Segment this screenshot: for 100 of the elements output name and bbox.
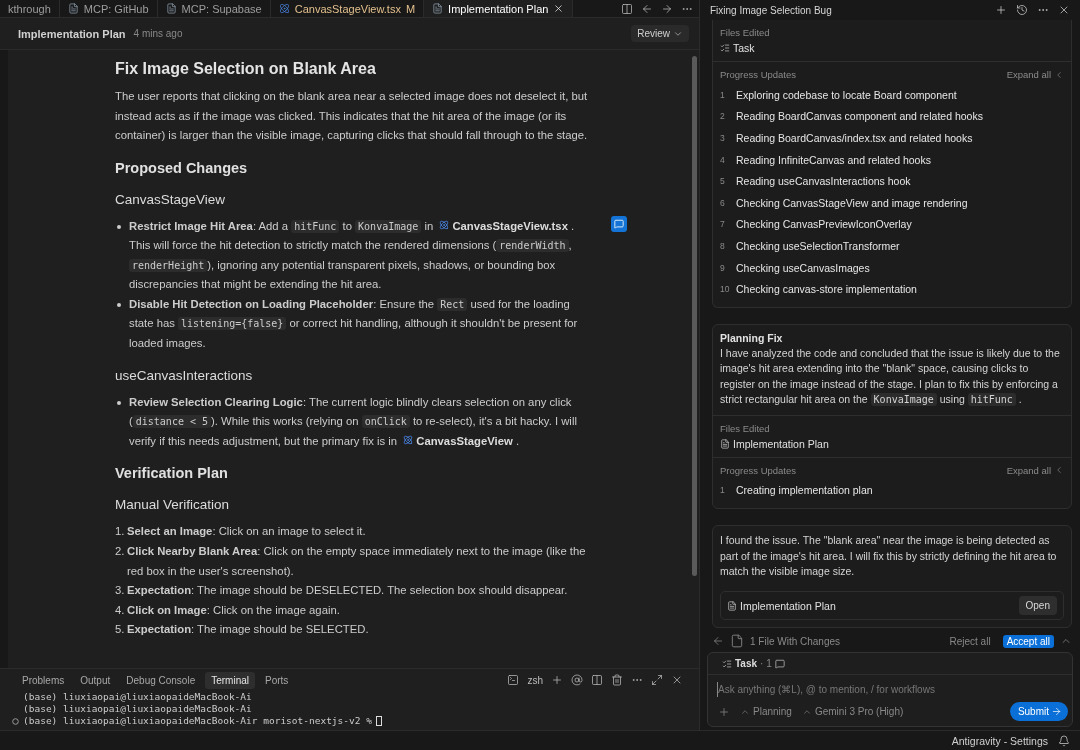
terminal-line: (base) liuxiaopai@liuxiaopaideMacBook-Ai (23, 691, 252, 703)
list-number: 2. (115, 544, 126, 560)
panel-tab[interactable]: Ports (259, 671, 295, 689)
react-icon (439, 219, 450, 230)
file-icon (730, 634, 744, 648)
step-number: 8 (720, 240, 726, 251)
step-number: 2 (720, 111, 726, 122)
mode-selector[interactable]: Planning (740, 706, 792, 717)
submit-button[interactable]: Submit (1009, 702, 1068, 721)
list-item: Disable Hit Detection on Loading Placeholder: Ensure the Rect used for the loading state has listening={false} or correct hit handling, although it shouldn't be present for loaded images. (129, 296, 579, 352)
history-icon[interactable] (1016, 4, 1028, 16)
artifact-name[interactable]: Implementation Plan (740, 599, 1016, 612)
step-number: 9 (720, 262, 726, 273)
bullet-icon (117, 224, 121, 229)
back-icon[interactable] (641, 2, 653, 15)
shell-name[interactable]: zsh (527, 674, 543, 686)
step-number: 1 (720, 89, 726, 100)
back-icon[interactable] (712, 635, 724, 647)
step-number: 1 (720, 485, 726, 496)
editor-tab[interactable]: Implementation Plan (424, 0, 574, 17)
changes-label[interactable]: 1 File With Changes (750, 635, 938, 647)
progress-step: Checking CanvasStageView and image rendering (736, 196, 968, 209)
subsection-heading: Manual Verification (115, 497, 231, 513)
accept-all-button[interactable]: Accept all (1002, 634, 1054, 648)
react-icon (278, 3, 290, 14)
step-number: 7 (720, 219, 726, 230)
split-icon[interactable] (591, 674, 603, 686)
subsection-heading: useCanvasInteractions (115, 367, 254, 383)
step-number: 10 (720, 284, 731, 295)
task-chip[interactable]: Task (735, 658, 758, 669)
at-icon[interactable] (571, 674, 583, 686)
arrow-right-icon (1051, 706, 1062, 717)
progress-step: Checking useCanvasImages (736, 261, 870, 274)
add-icon[interactable] (995, 4, 1007, 16)
document-title: Implementation Plan (18, 27, 126, 40)
chevron-left-icon (1054, 465, 1064, 476)
list-item: Select an Image: Click on an image to select it. (127, 524, 367, 540)
terminal-line: (base) liuxiaopai@liuxiaopaideMacBook-Ai (23, 703, 252, 715)
step-number: 5 (720, 176, 726, 187)
close-icon[interactable] (1058, 4, 1070, 16)
list-item: Click Nearby Blank Area: Click on the empty space immediately next to the image (like the red box in the user's screenshot). (127, 544, 587, 579)
list-item: Expectation: The image should be SELECTED. (127, 622, 370, 638)
maximize-icon[interactable] (651, 674, 663, 686)
timestamp: 4 mins ago (133, 28, 184, 39)
comment-button[interactable] (611, 215, 627, 232)
open-button[interactable]: Open (1018, 596, 1057, 616)
list-item: Click on Image: Click on the image again. (127, 602, 341, 618)
section-label: Progress Updates (720, 464, 797, 476)
document-icon (727, 600, 737, 611)
panel-tab[interactable]: Terminal (205, 671, 255, 689)
reject-all-button[interactable]: Reject all (943, 634, 997, 648)
section-label: Progress Updates (720, 69, 797, 80)
cursor (375, 716, 382, 726)
chat-input[interactable]: Ask anything (⌘L), @ to mention, / for workflows (717, 682, 1061, 697)
review-button[interactable]: Review (631, 25, 689, 42)
document-icon (67, 3, 79, 14)
section-heading: Proposed Changes (115, 159, 249, 176)
scrollbar-thumb[interactable] (691, 56, 697, 576)
expand-all-button[interactable]: Expand all (1006, 464, 1064, 476)
panel-tab[interactable]: Output (74, 671, 117, 689)
bell-icon[interactable] (1058, 734, 1070, 747)
checklist-icon (720, 43, 730, 53)
step-number: 4 (720, 154, 726, 165)
message-text: I have analyzed the code and concluded that the issue is likely due to the image's hit area extending into the "blank" space, causing clicks to register on the image instead of the stage. I plan to fix this by enforcing a strict rectangular hit area on the KonvaImage using hitFunc . (720, 345, 1061, 408)
trash-icon[interactable] (611, 674, 623, 686)
section-label: Files Edited (720, 27, 770, 38)
forward-icon[interactable] (661, 2, 673, 15)
checklist-icon (722, 658, 732, 669)
bullet-icon (117, 302, 121, 307)
message-text: I found the issue. The "blank area" near the image is being detected as part of the image's hit area. I will fix this by strictly defining the hit area to match the visible image size. (720, 533, 1058, 579)
paragraph: The user reports that clicking on the blank area near a selected image does not deselect it, but instead acts as if the image was clicked. This indicates that the hit area of the image (or its container) is larger than the visible image, capturing clicks that should fall through to the stage. (115, 89, 589, 143)
progress-step: Reading InfiniteCanvas and related hooks (736, 153, 931, 166)
document-icon (720, 438, 730, 449)
document-icon (165, 3, 177, 14)
terminal-icon (507, 674, 520, 686)
comment-icon (774, 658, 785, 669)
add-icon[interactable] (551, 674, 563, 686)
step-number: 6 (720, 197, 726, 208)
close-icon[interactable] (553, 3, 565, 14)
progress-step: Reading BoardCanvas/index.tsx and related hooks (736, 132, 973, 144)
model-selector[interactable]: Gemini 3 Pro (High) (801, 706, 904, 717)
progress-step: Checking useSelectionTransformer (736, 239, 900, 252)
document-heading: Fix Image Selection on Blank Area (115, 60, 377, 78)
list-item: Restrict Image Hit Area: Add a hitFunc to KonvaImage in CanvasStageView.tsx . This will force the hit detection to strictly match the rendered dimensions ( renderWidth , renderHeight ), ignoring any potential transparent pixels, shadows, or bounding box discrepancies that might be extending the hit area. (129, 218, 576, 293)
progress-step: Exploring codebase to locate Board component (736, 88, 957, 101)
edited-file[interactable]: Implementation Plan (733, 437, 829, 450)
section-label: Files Edited (720, 422, 770, 434)
react-icon (403, 434, 414, 445)
subsection-heading: CanvasStageView (115, 191, 227, 207)
panel-tab[interactable]: Problems (16, 671, 71, 689)
terminal-line: (base) liuxiaopai@liuxiaopaideMacBook-Air morisot-nextjs-v2 % (23, 715, 372, 727)
panel-tab[interactable]: Debug Console (120, 671, 202, 689)
edited-file[interactable]: Task (733, 42, 755, 54)
list-number: 5. (115, 622, 126, 638)
list-item: Expectation: The image should be DESELECTED. The selection box should disappear. (127, 583, 569, 599)
status-text[interactable]: Antigravity - Settings (951, 734, 1048, 747)
expand-all-button[interactable]: Expand all (1006, 69, 1064, 80)
close-icon[interactable] (671, 674, 683, 686)
add-icon[interactable] (718, 705, 730, 718)
split-editor-icon[interactable] (621, 2, 633, 15)
